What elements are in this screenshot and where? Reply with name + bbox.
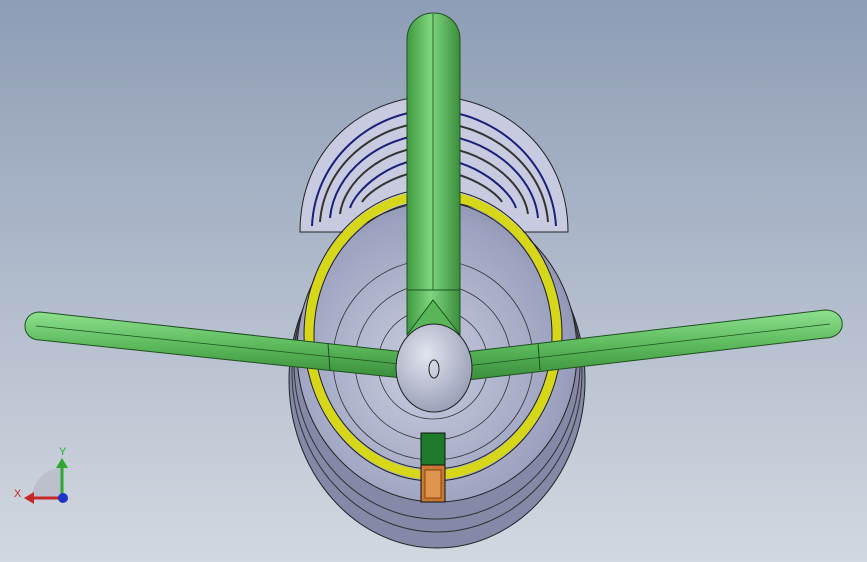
central-hub[interactable]: [395, 323, 473, 413]
cad-graphics-viewport[interactable]: Y X: [0, 0, 867, 562]
triad-y-label: Y: [59, 446, 67, 458]
motor-module[interactable]: [420, 432, 446, 503]
top-arm[interactable]: [406, 12, 461, 336]
triad-z-axis: [58, 493, 68, 503]
triad-x-label: X: [14, 488, 22, 500]
